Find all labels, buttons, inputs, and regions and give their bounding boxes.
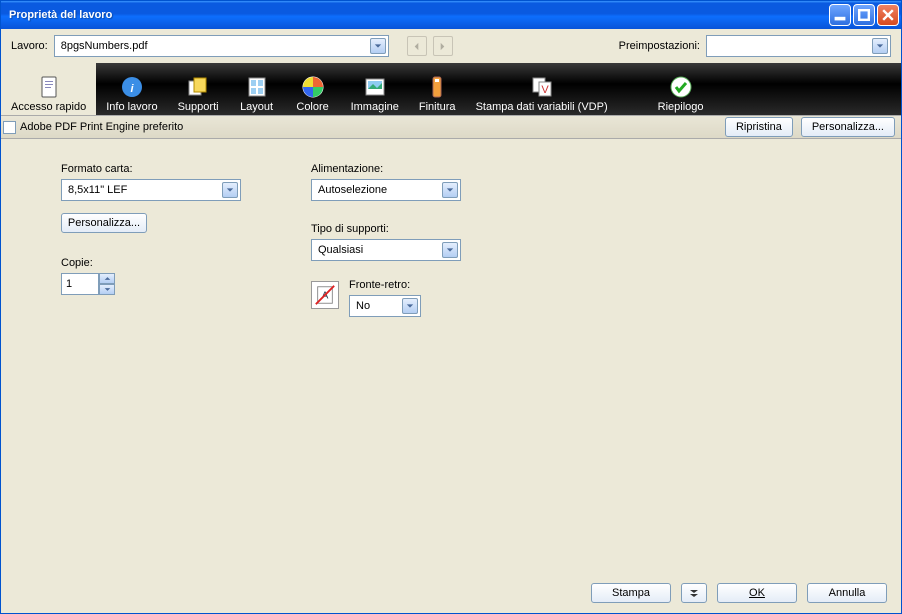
formato-label: Formato carta: [61,163,241,175]
chevron-down-icon [442,182,458,198]
svg-text:V: V [541,84,549,96]
lavoro-value: 8pgsNumbers.pdf [61,40,370,52]
image-icon [363,75,387,99]
footer: Stampa OK Annulla [1,573,901,613]
maximize-button[interactable] [853,4,875,26]
layout-icon [245,75,269,99]
minimize-button[interactable] [829,4,851,26]
tab-finitura[interactable]: Finitura [409,63,466,115]
tab-riepilogo[interactable]: Riepilogo [648,63,714,115]
copie-value: 1 [66,278,72,290]
prev-button[interactable] [407,36,427,56]
tab-supporti[interactable]: Supporti [168,63,229,115]
fronte-combo[interactable]: No [349,295,421,317]
right-column: Alimentazione: Autoselezione Tipo di sup… [311,159,461,317]
alim-label: Alimentazione: [311,163,461,175]
preset-label: Preimpostazioni: [619,40,700,52]
content-area: Formato carta: 8,5x11" LEF Personalizza.… [1,139,901,573]
tab-accesso-rapido[interactable]: Accesso rapido [1,63,96,115]
copie-label: Copie: [61,257,241,269]
stampa-dropdown-button[interactable] [681,583,707,603]
lavoro-combo[interactable]: 8pgsNumbers.pdf [54,35,389,57]
finishing-icon [425,75,449,99]
lavoro-label: Lavoro: [11,40,48,52]
document-icon [37,75,61,99]
formato-combo[interactable]: 8,5x11" LEF [61,179,241,201]
chevron-down-icon [222,182,238,198]
tab-immagine[interactable]: Immagine [341,63,409,115]
top-bar: Lavoro: 8pgsNumbers.pdf Preimpostazioni: [1,29,901,63]
vdp-icon: V [530,75,554,99]
tab-info-lavoro[interactable]: i Info lavoro [96,63,167,115]
next-button[interactable] [433,36,453,56]
adobe-pref-checkbox[interactable] [3,121,16,134]
chevron-down-icon [370,38,386,54]
tipo-label: Tipo di supporti: [311,223,461,235]
alim-combo[interactable]: Autoselezione [311,179,461,201]
stampa-button[interactable]: Stampa [591,583,671,603]
chevron-down-icon [442,242,458,258]
window-title: Proprietà del lavoro [9,9,829,21]
tab-layout[interactable]: Layout [229,63,285,115]
tipo-combo[interactable]: Qualsiasi [311,239,461,261]
copie-spinner[interactable]: 1 [61,273,241,295]
left-column: Formato carta: 8,5x11" LEF Personalizza.… [61,159,241,317]
ripristina-button[interactable]: Ripristina [725,117,793,137]
close-button[interactable] [877,4,899,26]
fronte-retro-icon: A [311,281,339,309]
tab-vdp[interactable]: V Stampa dati variabili (VDP) [466,63,618,115]
adobe-pref-label: Adobe PDF Print Engine preferito [20,121,183,133]
media-icon [186,75,210,99]
chevron-down-icon [402,298,418,314]
ok-button[interactable]: OK [717,583,797,603]
spin-down-icon[interactable] [99,284,115,295]
window: Proprietà del lavoro Lavoro: 8pgsNumbers… [0,0,902,614]
annulla-button[interactable]: Annulla [807,583,887,603]
chevron-down-icon [872,38,888,54]
tab-colore[interactable]: Colore [285,63,341,115]
fronte-label: Fronte-retro: [349,279,421,291]
window-controls [829,4,899,26]
personalizza-header-button[interactable]: Personalizza... [801,117,895,137]
preset-combo[interactable] [706,35,891,57]
spin-up-icon[interactable] [99,273,115,284]
color-icon [301,75,325,99]
info-icon: i [120,75,144,99]
sub-header: Adobe PDF Print Engine preferito Riprist… [1,115,901,139]
summary-icon [669,75,693,99]
title-bar: Proprietà del lavoro [1,1,901,29]
personalizza-formato-button[interactable]: Personalizza... [61,213,147,233]
ribbon-tabs: Accesso rapido i Info lavoro Supporti La… [1,63,901,115]
